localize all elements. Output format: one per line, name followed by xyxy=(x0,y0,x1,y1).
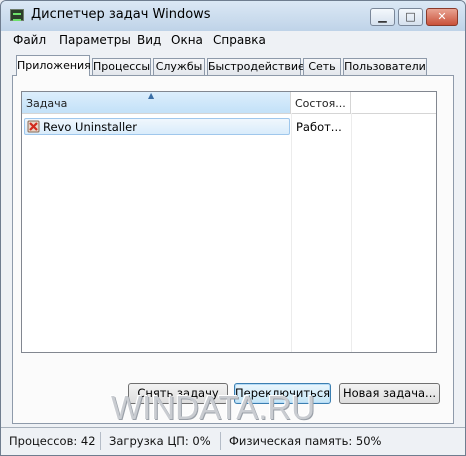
column-header-task[interactable]: Задача ▲ xyxy=(22,92,291,113)
column-header-empty xyxy=(351,92,436,113)
watermark-text: WINDATA.RU xyxy=(111,389,316,426)
menu-file[interactable]: Файл xyxy=(13,33,46,47)
task-manager-window: Диспетчер задач Windows ▁ □ ✕ Файл Парам… xyxy=(0,0,466,456)
menu-bar: Файл Параметры Вид Окна Справка xyxy=(1,31,465,51)
revo-uninstaller-icon xyxy=(27,120,40,133)
list-header: Задача ▲ Состоя... xyxy=(22,92,436,114)
status-cpu: Загрузка ЦП: 0% xyxy=(101,432,221,450)
tab-processes[interactable]: Процессы xyxy=(92,58,151,75)
tab-users[interactable]: Пользователи xyxy=(343,58,427,75)
status-memory: Физическая память: 50% xyxy=(229,434,382,448)
tab-network[interactable]: Сеть xyxy=(303,58,341,75)
status-bar: Процессов: 42 Загрузка ЦП: 0% Физическая… xyxy=(1,427,465,455)
task-name: Revo Uninstaller xyxy=(43,120,137,134)
close-button[interactable]: ✕ xyxy=(426,8,458,26)
column-label-task: Задача xyxy=(26,97,68,110)
menu-view[interactable]: Вид xyxy=(137,33,161,47)
new-task-button[interactable]: Новая задача... xyxy=(339,383,440,404)
status-processes: Процессов: 42 xyxy=(1,432,101,450)
column-divider xyxy=(291,113,292,352)
task-manager-icon xyxy=(10,9,24,21)
tab-performance[interactable]: Быстродействие xyxy=(207,58,305,75)
menu-options[interactable]: Параметры xyxy=(59,33,131,47)
minimize-button[interactable]: ▁ xyxy=(370,8,395,26)
tab-applications[interactable]: Приложения xyxy=(16,55,91,76)
menu-windows[interactable]: Окна xyxy=(171,33,203,47)
tab-area: Приложения Процессы Службы Быстродействи… xyxy=(1,51,465,426)
window-title: Диспетчер задач Windows xyxy=(31,7,211,22)
menu-help[interactable]: Справка xyxy=(213,33,266,47)
tab-services[interactable]: Службы xyxy=(153,58,205,75)
table-row[interactable]: Revo Uninstaller xyxy=(24,118,290,135)
maximize-button[interactable]: □ xyxy=(398,8,423,26)
task-list[interactable]: Задача ▲ Состоя... Revo Uninstaller Рабо… xyxy=(21,91,437,353)
task-status: Работ... xyxy=(296,120,342,134)
column-divider xyxy=(351,113,352,352)
column-header-status[interactable]: Состоя... xyxy=(291,92,351,113)
sort-ascending-icon: ▲ xyxy=(148,92,155,100)
title-bar[interactable]: Диспетчер задач Windows ▁ □ ✕ xyxy=(1,1,465,31)
